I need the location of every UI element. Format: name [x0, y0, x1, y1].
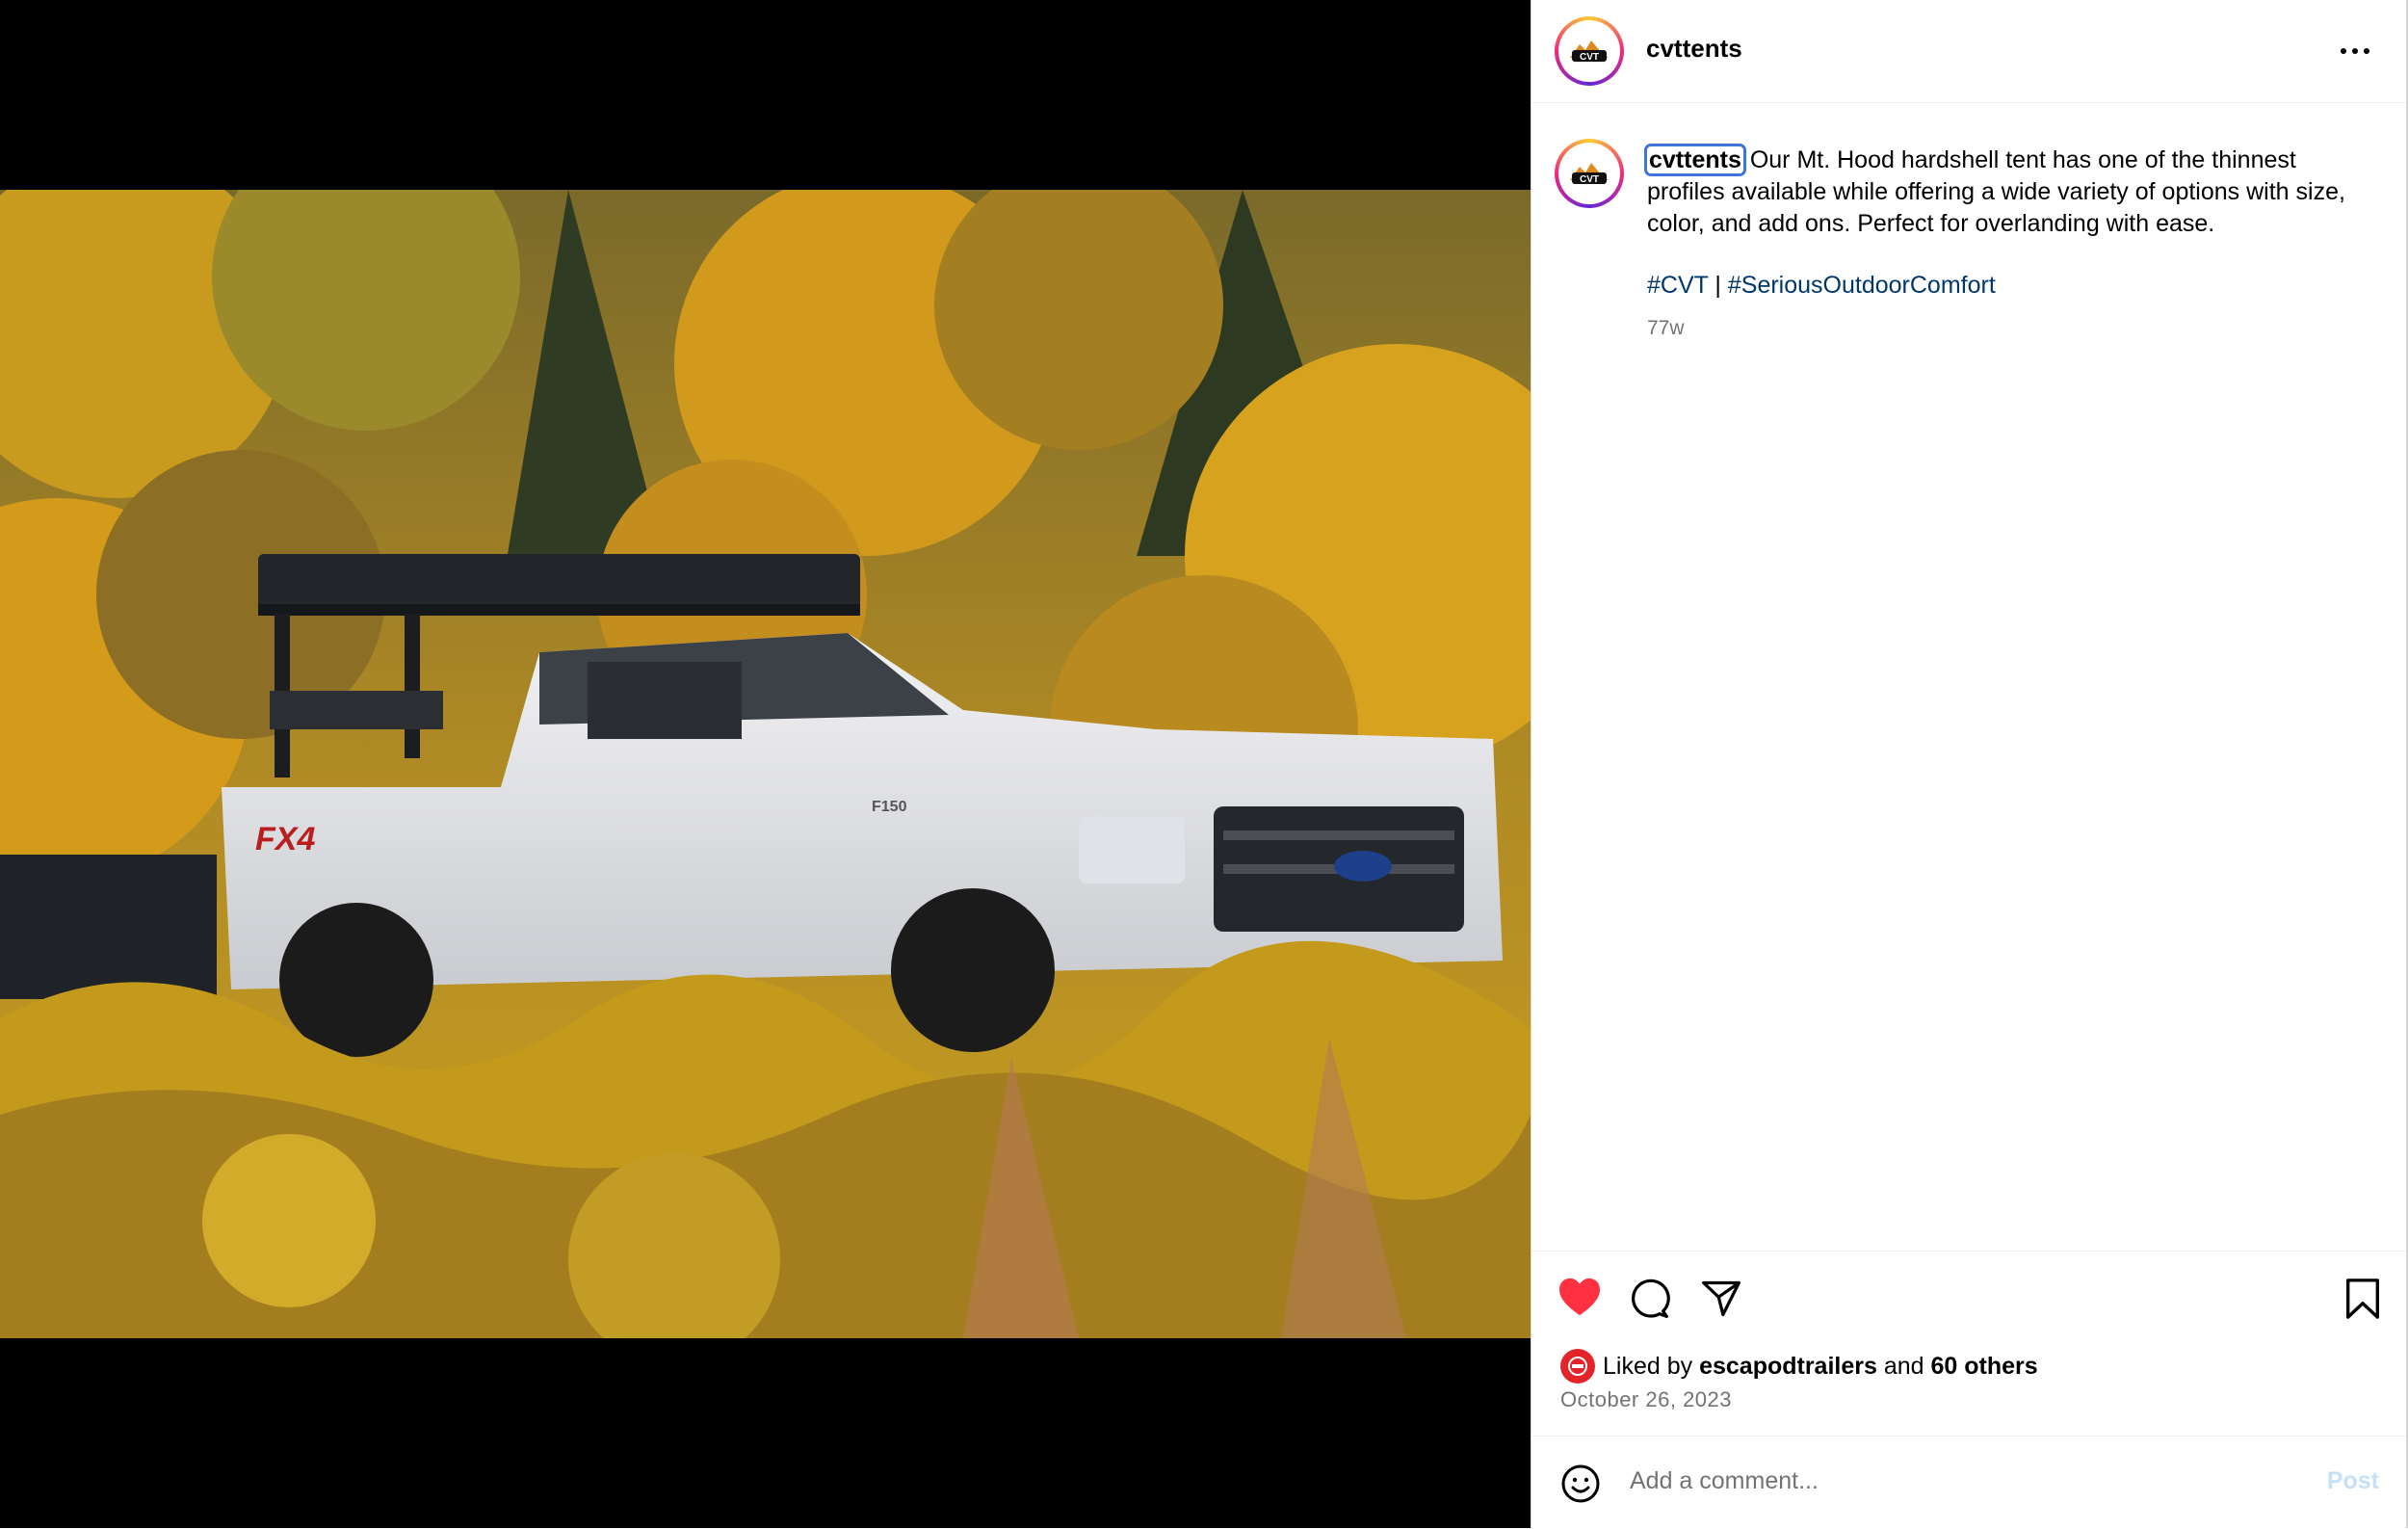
cvt-logo-icon: CVT: [1570, 163, 1609, 185]
comment-bar: Post: [1531, 1436, 2408, 1529]
post-header: CVT cvttents: [1531, 0, 2408, 103]
comment-icon[interactable]: [1628, 1278, 1670, 1320]
liked-and: and: [1883, 1352, 1924, 1380]
f150-badge-text: F150: [872, 799, 907, 815]
more-options-icon[interactable]: [2341, 37, 2379, 66]
fx4-badge-text: FX4: [255, 821, 315, 857]
share-icon[interactable]: [1700, 1278, 1742, 1320]
post-side-panel: CVT cvttents CVT cvttents Our Mt. Hood h…: [1531, 0, 2408, 1528]
caption-text: Our Mt. Hood hardshell tent has one of t…: [1647, 146, 2345, 237]
hashtag-seriousoutdoorcomfort-link[interactable]: #SeriousOutdoorComfort: [1728, 272, 1996, 299]
comment-input[interactable]: [1628, 1458, 2248, 1504]
actions-divider: [1531, 1251, 2408, 1252]
author-username[interactable]: cvttents: [1646, 34, 1742, 64]
post-photo[interactable]: FX4 F150: [0, 190, 1531, 1338]
avatar-logo-text: CVT: [1580, 52, 1599, 63]
escapod-logo-icon: [1568, 1357, 1587, 1376]
bookmark-icon[interactable]: [2343, 1278, 2382, 1320]
post-caption: cvttents Our Mt. Hood hardshell tent has…: [1644, 144, 2379, 240]
cvt-logo-icon: CVT: [1570, 40, 1609, 63]
post-comment-button[interactable]: Post: [2327, 1467, 2379, 1495]
hashtag-separator: |: [1714, 272, 1721, 299]
liked-user-link[interactable]: escapodtrailers: [1699, 1353, 1877, 1381]
truck-photo-image: FX4 F150: [0, 190, 1531, 1338]
emoji-icon[interactable]: [1560, 1463, 1601, 1504]
liked-by: Liked by escapodtrailers and 60 others: [1560, 1349, 2038, 1384]
post-date[interactable]: October 26, 2023: [1560, 1387, 1732, 1412]
post-media[interactable]: FX4 F150: [0, 0, 1531, 1528]
liked-prefix: Liked by: [1603, 1352, 1693, 1380]
caption-avatar-logo-text: CVT: [1580, 174, 1599, 185]
liked-others-link[interactable]: 60 others: [1931, 1353, 2038, 1381]
liker-avatar[interactable]: [1560, 1349, 1595, 1384]
post-age[interactable]: 77w: [1647, 317, 1685, 340]
caption-username-link[interactable]: cvttents: [1644, 144, 1746, 176]
hashtag-cvt-link[interactable]: #CVT: [1647, 272, 1708, 299]
author-avatar[interactable]: CVT: [1555, 16, 1624, 86]
heart-icon[interactable]: [1557, 1277, 1602, 1317]
hashtags: #CVT | #SeriousOutdoorComfort: [1647, 272, 1996, 300]
caption-author-avatar[interactable]: CVT: [1555, 139, 1624, 208]
